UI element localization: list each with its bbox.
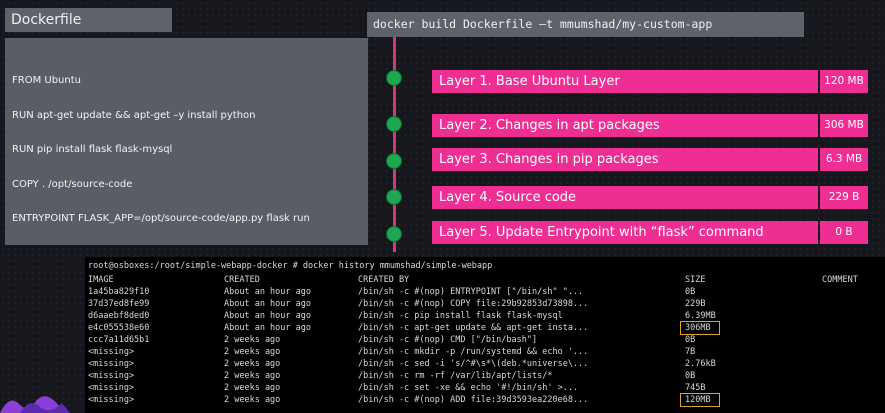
- terminal-header-row: IMAGE CREATED CREATED BY SIZE COMMENT: [85, 274, 885, 286]
- row-image: <missing>: [88, 383, 135, 393]
- row-size: 0B: [685, 335, 696, 345]
- layer-size: 306 MB: [820, 114, 868, 137]
- history-row: 1a45ba829f10 About an hour ago /bin/sh -…: [85, 286, 885, 298]
- layer-size: 229 B: [820, 186, 868, 209]
- row-image: 1a45ba829f10: [88, 287, 150, 297]
- row-image: ccc7a11d65b1: [88, 335, 150, 345]
- row-created: 2 weeks ago: [224, 395, 281, 405]
- history-row: ccc7a11d65b1 2 weeks ago /bin/sh -c #(no…: [85, 334, 885, 346]
- header-comment: COMMENT: [822, 275, 858, 285]
- history-row: d6aaebf8ded0 About an hour ago /bin/sh -…: [85, 310, 885, 322]
- history-row: <missing> 2 weeks ago /bin/sh -c sed -i …: [85, 358, 885, 370]
- layer-size: 6.3 MB: [820, 148, 868, 171]
- row-created: About an hour ago: [224, 323, 311, 333]
- layer-node: [386, 226, 402, 242]
- history-row: 37d37ed8fe99 About an hour ago /bin/sh -…: [85, 298, 885, 310]
- row-size: 0B: [685, 287, 696, 297]
- row-image: <missing>: [88, 395, 135, 405]
- decorative-wave-icon: [0, 396, 70, 413]
- layer-node: [386, 153, 402, 169]
- dockerfile-line: RUN apt-get update && apt-get –y install…: [12, 110, 256, 121]
- layer-label: Layer 4. Source code: [432, 186, 818, 209]
- header-image: IMAGE: [88, 275, 114, 285]
- header-created: CREATED: [224, 275, 260, 285]
- row-created-by: /bin/sh -c pip install flask flask-mysql: [358, 311, 563, 321]
- row-created: About an hour ago: [224, 287, 311, 297]
- row-created-by: /bin/sh -c #(nop) ADD file:39d3593ea220e…: [358, 395, 589, 405]
- row-created: About an hour ago: [224, 299, 311, 309]
- row-created-by: /bin/sh -c set -xe && echo '#!/bin/sh' >…: [358, 383, 579, 393]
- row-created-by: /bin/sh -c sed -i 's/^#\s*\(deb.*univers…: [358, 359, 589, 369]
- dockerfile-title: Dockerfile: [5, 8, 172, 32]
- row-image: d6aaebf8ded0: [88, 311, 150, 321]
- row-size: 7B: [685, 347, 696, 357]
- row-created-by: /bin/sh -c mkdir -p /run/systemd && echo…: [358, 347, 589, 357]
- row-size: 229B: [685, 299, 706, 309]
- row-created-by: /bin/sh -c apt-get update && apt-get ins…: [358, 323, 589, 333]
- terminal-window[interactable]: root@osboxes:/root/simple-webapp-docker …: [85, 257, 885, 413]
- history-row: e4c055538e60 About an hour ago /bin/sh -…: [85, 322, 885, 334]
- row-created-by: /bin/sh -c #(nop) CMD ["/bin/bash"]: [358, 335, 538, 345]
- row-created: 2 weeks ago: [224, 371, 281, 381]
- size-highlight-box: [680, 321, 720, 335]
- layer-node: [386, 116, 402, 132]
- dockerfile-line: ENTRYPOINT FLASK_APP=/opt/source-code/ap…: [12, 213, 310, 224]
- row-size: 2.76kB: [685, 359, 716, 369]
- row-created-by: /bin/sh -c rm -rf /var/lib/apt/lists/*: [358, 371, 553, 381]
- row-created: 2 weeks ago: [224, 335, 281, 345]
- row-created-by: /bin/sh -c #(nop) COPY file:29b92853d738…: [358, 299, 589, 309]
- terminal-prompt: root@osboxes:/root/simple-webapp-docker …: [88, 261, 493, 271]
- row-image: 37d37ed8fe99: [88, 299, 150, 309]
- header-created-by: CREATED BY: [358, 275, 410, 285]
- history-row: <missing> 2 weeks ago /bin/sh -c rm -rf …: [85, 370, 885, 382]
- row-size: 0B: [685, 371, 696, 381]
- layer-label: Layer 1. Base Ubuntu Layer: [432, 70, 818, 93]
- dockerfile-line: FROM Ubuntu: [12, 75, 81, 86]
- layer-node: [386, 189, 402, 205]
- build-command: docker build Dockerfile –t mmumshad/my-c…: [367, 12, 804, 37]
- history-row: <missing> 2 weeks ago /bin/sh -c mkdir -…: [85, 346, 885, 358]
- row-created: 2 weeks ago: [224, 359, 281, 369]
- row-image: e4c055538e60: [88, 323, 150, 333]
- history-row: <missing> 2 weeks ago /bin/sh -c set -xe…: [85, 382, 885, 394]
- size-highlight-box: [680, 393, 720, 407]
- dockerfile-line: RUN pip install flask flask-mysql: [12, 144, 173, 155]
- row-created: About an hour ago: [224, 311, 311, 321]
- row-image: <missing>: [88, 347, 135, 357]
- layer-label: Layer 5. Update Entrypoint with “flask” …: [432, 221, 818, 244]
- row-created-by: /bin/sh -c #(nop) ENTRYPOINT ["/bin/sh" …: [358, 287, 584, 297]
- history-row: <missing> 2 weeks ago /bin/sh -c #(nop) …: [85, 394, 885, 406]
- row-created: 2 weeks ago: [224, 347, 281, 357]
- row-image: <missing>: [88, 359, 135, 369]
- layer-label: Layer 2. Changes in apt packages: [432, 114, 818, 137]
- layer-size: 120 MB: [820, 70, 868, 93]
- layer-node: [386, 70, 402, 86]
- row-image: <missing>: [88, 371, 135, 381]
- header-size: SIZE: [685, 275, 706, 285]
- layer-size: 0 B: [820, 221, 868, 244]
- dockerfile-line: COPY . /opt/source-code: [12, 179, 133, 190]
- dockerfile-panel: FROM Ubuntu RUN apt-get update && apt-ge…: [5, 38, 368, 245]
- row-created: 2 weeks ago: [224, 383, 281, 393]
- layer-label: Layer 3. Changes in pip packages: [432, 148, 818, 171]
